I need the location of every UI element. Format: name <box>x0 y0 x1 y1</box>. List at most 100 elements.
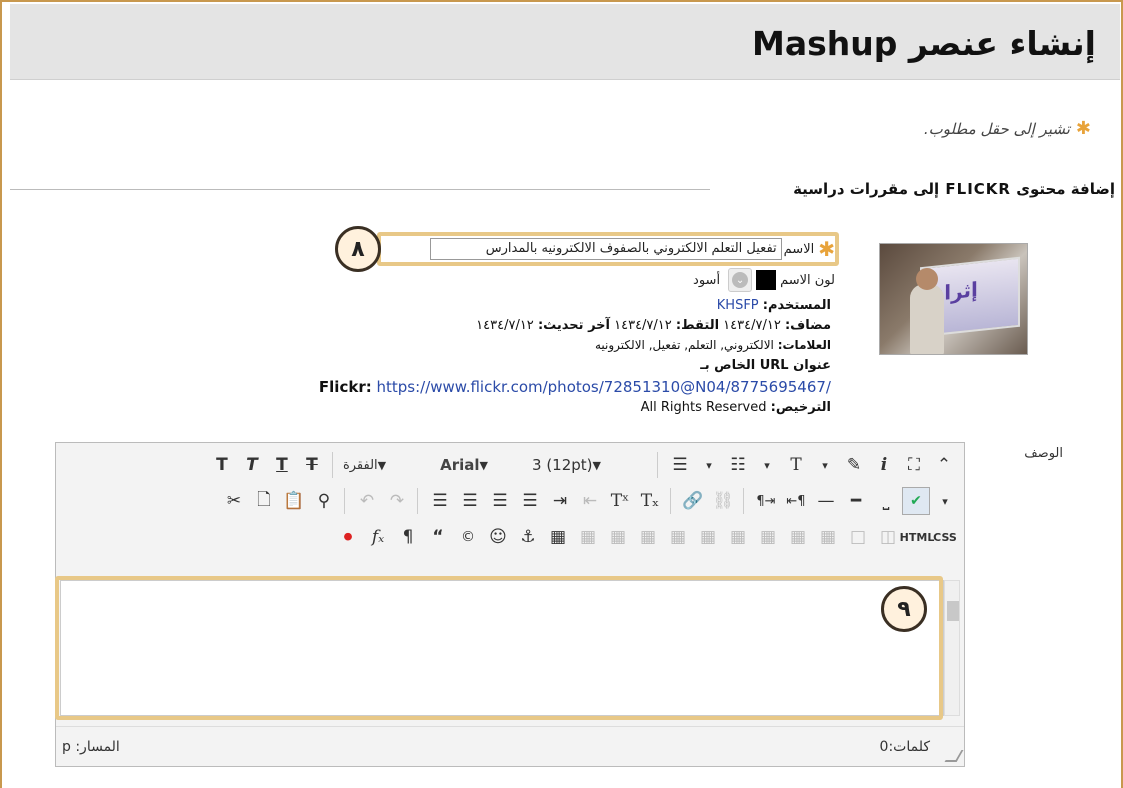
meta-url-label: عنوان URL الخاص بـ <box>700 358 831 373</box>
link-icon[interactable]: 🔗 <box>679 487 707 515</box>
font-select[interactable]: Arial ▼ <box>440 451 528 479</box>
toolbar-row-2: ✂ 🗋 📋 ⚲ ↶ ↷ ☰ ☰ ☰ ☰ ⇥ ⇤ Tˣ Tₓ 🔗 ⛓ ¶⇥ ⇤¶ … <box>56 483 964 519</box>
meta-tags: العلامات: الالكتروني, التعلم, تفعيل, الا… <box>595 338 831 352</box>
chevron-down-icon[interactable]: ▾ <box>812 451 838 479</box>
meta-url: Flickr: https://www.flickr.com/photos/72… <box>319 378 831 396</box>
paste-icon[interactable]: 📋 <box>280 487 308 515</box>
indent-icon[interactable]: ⇥ <box>546 487 574 515</box>
strikethrough-icon[interactable]: T <box>298 451 326 479</box>
toolbar-row-1: T T T T الفقرة ▼ Arial ▼ 3 (12pt) ▼ ☰ ▾ ☷ ▾… <box>56 447 964 483</box>
paragraph-select[interactable]: الفقرة ▼ <box>343 451 436 479</box>
italic-icon[interactable]: T <box>238 451 266 479</box>
user-label: المستخدم: <box>762 298 831 313</box>
cut-icon[interactable]: ✂ <box>220 487 248 515</box>
unlink-icon[interactable]: ⛓ <box>709 487 737 515</box>
chevron-down-icon: ▼ <box>479 458 489 472</box>
table-col-after-icon[interactable]: ▦ <box>694 523 722 551</box>
horizontal-rule-icon[interactable]: — <box>812 487 840 515</box>
subscript-icon[interactable]: Tₓ <box>636 487 664 515</box>
paragraph-mark-icon[interactable]: ¶ <box>394 523 422 551</box>
highlight-name-field <box>377 232 839 266</box>
scrollbar-thumb[interactable] <box>947 601 959 621</box>
table-col-before-icon[interactable]: ▦ <box>664 523 692 551</box>
table-icon[interactable]: ▦ <box>544 523 572 551</box>
page-title: إنشاء عنصر Mashup <box>752 24 1096 63</box>
text-color-icon[interactable]: T <box>782 451 810 479</box>
resize-grip-icon[interactable] <box>944 750 964 762</box>
spellcheck-icon[interactable]: ✔ <box>902 487 930 515</box>
table-cell-props-icon[interactable]: ▦ <box>814 523 842 551</box>
table-row-before-icon[interactable]: ▦ <box>574 523 602 551</box>
table-split-icon[interactable]: ▦ <box>754 523 782 551</box>
table-row-props-icon[interactable]: □ <box>844 523 872 551</box>
chevron-down-icon[interactable]: ▾ <box>932 487 958 515</box>
media-icon[interactable]: ⏺ <box>334 523 362 551</box>
editor-scrollbar[interactable] <box>944 580 960 716</box>
table-merge-icon[interactable]: ▦ <box>784 523 812 551</box>
name-color-row: لون الاسم ⌄ أسود <box>693 268 835 292</box>
fullscreen-icon[interactable]: ⛶ <box>900 451 928 479</box>
paragraph-select-value: الفقرة <box>342 457 378 473</box>
horizontal-line-icon[interactable]: ━ <box>842 487 870 515</box>
page-header: إنشاء عنصر Mashup <box>10 4 1120 80</box>
ltr-icon[interactable]: ¶⇥ <box>752 487 780 515</box>
blockquote-icon[interactable]: “ <box>424 523 452 551</box>
color-label: لون الاسم <box>780 272 835 288</box>
color-value: أسود <box>693 272 721 288</box>
toolbar-row-3: ⏺ fₓ ¶ “ © ☺ ⚓ ▦ ▦ ▦ ▦ ▦ ▦ ▦ ▦ ▦ ▦ □ ◫ H… <box>56 519 964 555</box>
flickr-thumbnail[interactable]: إثراء <box>879 243 1028 355</box>
user-link[interactable]: KHSFP <box>717 298 759 313</box>
nonbreaking-space-icon[interactable]: ⎵ <box>872 487 900 515</box>
align-center-icon[interactable]: ☰ <box>456 487 484 515</box>
superscript-icon[interactable]: Tˣ <box>606 487 634 515</box>
table-delete-row-icon[interactable]: ▦ <box>634 523 662 551</box>
align-right-icon[interactable]: ☰ <box>486 487 514 515</box>
undo-icon[interactable]: ↶ <box>353 487 381 515</box>
collapse-toolbar-icon[interactable]: ⌃ <box>930 451 958 479</box>
table-delete-icon[interactable]: ◫ <box>874 523 902 551</box>
thumbnail-person <box>910 284 944 354</box>
step-badge-9: ٩ <box>881 586 927 632</box>
find-icon[interactable]: ⚲ <box>310 487 338 515</box>
chevron-down-icon[interactable]: ▾ <box>696 451 722 479</box>
rtl-icon[interactable]: ⇤¶ <box>782 487 810 515</box>
emoticon-icon[interactable]: ☺ <box>484 523 512 551</box>
html-source-icon[interactable]: HTML <box>900 523 935 551</box>
align-justify-icon[interactable]: ☰ <box>516 487 544 515</box>
bullet-list-icon[interactable]: ☰ <box>666 451 694 479</box>
table-delete-col-icon[interactable]: ▦ <box>724 523 752 551</box>
toolbar-separator <box>344 488 345 514</box>
path-label: المسار: p <box>62 739 120 755</box>
outdent-icon[interactable]: ⇤ <box>576 487 604 515</box>
highlight-pen-icon[interactable]: ✎ <box>840 451 868 479</box>
copyright-icon[interactable]: © <box>454 523 482 551</box>
flickr-url-link[interactable]: https://www.flickr.com/photos/72851310@N… <box>377 378 832 396</box>
size-select[interactable]: 3 (12pt) ▼ <box>532 451 651 479</box>
bold-icon[interactable]: T <box>208 451 236 479</box>
highlight-description-area <box>55 576 943 720</box>
anchor-icon[interactable]: ⚓ <box>514 523 542 551</box>
numbered-list-icon[interactable]: ☷ <box>724 451 752 479</box>
info-icon[interactable]: i <box>870 451 898 479</box>
word-count: كلمات:0 <box>879 739 930 755</box>
redo-icon[interactable]: ↷ <box>383 487 411 515</box>
meta-dates: مضاف: ١٤٣٤/٧/١٢ التقط: ١٤٣٤/٧/١٢ آخر تحد… <box>476 318 831 333</box>
table-row-after-icon[interactable]: ▦ <box>604 523 632 551</box>
toolbar-separator <box>331 452 333 478</box>
color-dropdown-button[interactable]: ⌄ <box>728 268 753 292</box>
chevron-down-icon[interactable]: ▾ <box>754 451 780 479</box>
added-value: ١٤٣٤/٧/١٢ <box>723 318 781 333</box>
math-icon[interactable]: fₓ <box>364 523 392 551</box>
required-note: ✱ تشير إلى حقل مطلوب. <box>924 118 1091 139</box>
color-swatch[interactable] <box>756 270 777 290</box>
copy-icon[interactable]: 🗋 <box>250 487 278 515</box>
license-value: All Rights Reserved <box>640 400 767 415</box>
underline-icon[interactable]: T <box>268 451 296 479</box>
align-left-icon[interactable]: ☰ <box>426 487 454 515</box>
updated-label: آخر تحديث: <box>537 318 610 333</box>
css-icon[interactable]: CSS <box>932 523 958 551</box>
step-badge-8: ٨ <box>335 226 381 272</box>
meta-license: الترخيص: All Rights Reserved <box>641 400 831 415</box>
tags-value: الالكتروني, التعلم, تفعيل, الالكترونيه <box>594 338 774 352</box>
description-label: الوصف <box>1024 446 1063 461</box>
